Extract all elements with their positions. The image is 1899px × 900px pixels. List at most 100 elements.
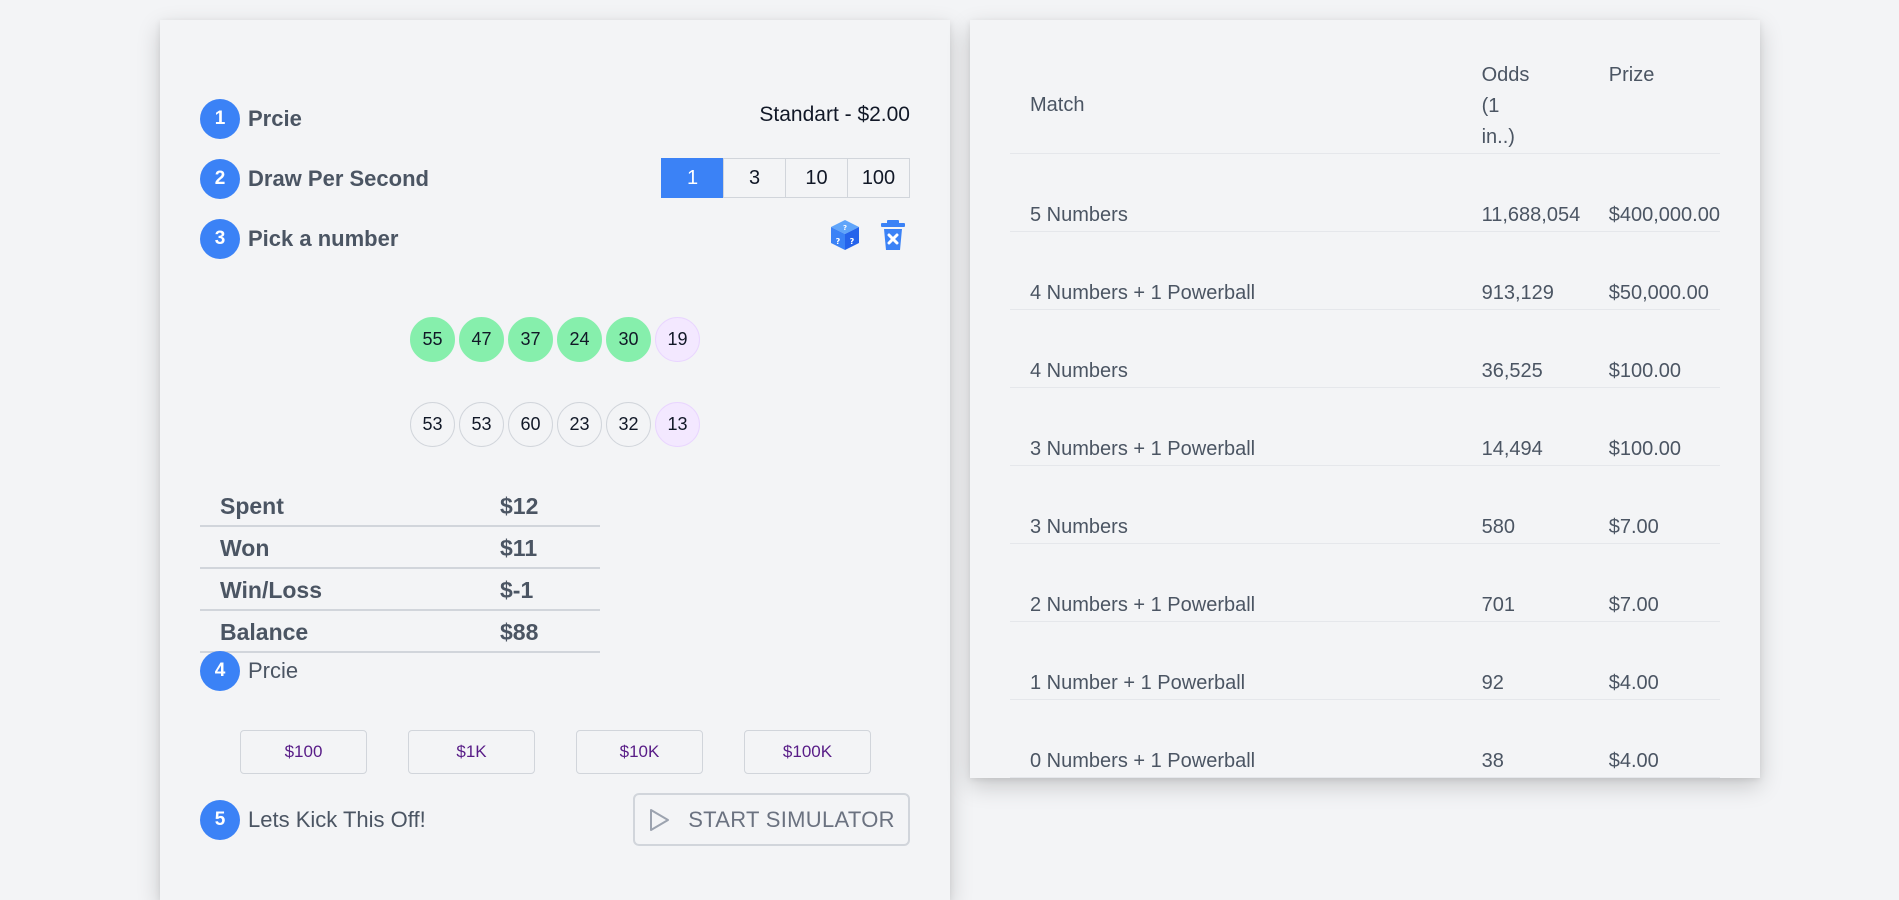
odds-header-line: (1 (1481, 95, 1500, 117)
step-label: Prcie (248, 658, 299, 683)
step-draw-per-second: 2 Draw Per Second (200, 159, 429, 199)
drawn-ball-match: 47 (459, 317, 504, 362)
odds-header-line: Odds (1481, 64, 1530, 86)
start-simulator-label: START SIMULATOR (688, 806, 895, 832)
simulator-panel: 1 Prcie Standart - $2.00 2 Draw Per Seco… (160, 20, 950, 900)
match-cell: 5 Numbers (1030, 204, 1128, 226)
stat-value: $11 (500, 534, 538, 561)
prize-cell: $4.00 (1608, 750, 1659, 772)
prize-table-header: Match Odds (1 in..) Prize (1010, 60, 1720, 154)
stat-label: Balance (220, 618, 309, 645)
prize-cell: $100.00 (1608, 360, 1682, 382)
step-label: Lets Kick This Off! (248, 807, 426, 832)
odds-cell: 701 (1481, 594, 1515, 616)
prize-table: Match Odds (1 in..) Prize 5 Numbers 11,6… (1010, 60, 1720, 778)
drawn-ball-match: 37 (508, 317, 553, 362)
drawn-ball-match: 55 (410, 317, 455, 362)
picked-powerball[interactable]: 13 (655, 402, 700, 447)
dice-icon[interactable]: ? ? ? (828, 218, 862, 252)
drawn-powerball: 19 (655, 317, 700, 362)
stat-label: Won (220, 534, 270, 561)
stat-value: $-1 (500, 576, 534, 603)
svg-text:?: ? (836, 237, 841, 246)
stat-row-win-loss: Win/Loss $-1 (200, 571, 600, 611)
table-row: 2 Numbers + 1 Powerball 701 $7.00 (1010, 544, 1720, 622)
stat-label: Win/Loss (220, 576, 323, 603)
odds-header-line: in..) (1481, 126, 1515, 148)
picked-ball[interactable]: 53 (459, 402, 504, 447)
table-row: 3 Numbers + 1 Powerball 14,494 $100.00 (1010, 388, 1720, 466)
pick-tools: ? ? ? (814, 218, 910, 252)
stat-row-balance: Balance $88 (200, 613, 600, 653)
step-number-badge: 3 (200, 219, 240, 259)
odds-cell: 36,525 (1481, 360, 1543, 382)
budget-1k-button[interactable]: $1K (408, 730, 535, 774)
prize-table-panel: Match Odds (1 in..) Prize 5 Numbers 11,6… (970, 20, 1760, 778)
stat-label: Spent (220, 492, 284, 519)
match-cell: 1 Number + 1 Powerball (1030, 672, 1246, 694)
table-row: 0 Numbers + 1 Powerball 38 $4.00 (1010, 700, 1720, 778)
prize-cell: $400,000.00 (1608, 204, 1720, 226)
table-row: 4 Numbers 36,525 $100.00 (1010, 310, 1720, 388)
ticket-price-value: Standart - $2.00 (759, 103, 910, 126)
draw-speed-option-1[interactable]: 1 (661, 158, 724, 198)
match-cell: 0 Numbers + 1 Powerball (1030, 750, 1256, 772)
step-start: 5 Lets Kick This Off! (200, 800, 426, 840)
draw-speed-selector: 1 3 10 100 (661, 158, 910, 198)
picked-ball[interactable]: 32 (606, 402, 651, 447)
svg-text:?: ? (843, 224, 847, 232)
stat-value: $12 (500, 492, 539, 519)
picked-numbers-row: 53 53 60 23 32 13 (410, 402, 704, 447)
draw-speed-option-100[interactable]: 100 (847, 158, 910, 198)
match-cell: 2 Numbers + 1 Powerball (1030, 594, 1256, 616)
drawn-ball-match: 24 (557, 317, 602, 362)
drawn-ball-match: 30 (606, 317, 651, 362)
prize-cell: $7.00 (1608, 594, 1659, 616)
match-cell: 4 Numbers + 1 Powerball (1030, 282, 1256, 304)
prize-cell: $7.00 (1608, 516, 1659, 538)
budget-100-button[interactable]: $100 (240, 730, 367, 774)
stat-row-won: Won $11 (200, 529, 600, 569)
col-header-match: Match (1030, 94, 1085, 116)
match-cell: 3 Numbers (1030, 516, 1128, 538)
prize-cell: $4.00 (1608, 672, 1659, 694)
odds-cell: 38 (1481, 750, 1504, 772)
step-budget: 4 Prcie (200, 651, 298, 691)
col-header-prize: Prize (1608, 64, 1655, 86)
start-simulator-button[interactable]: START SIMULATOR (633, 793, 910, 846)
budget-10k-button[interactable]: $10K (576, 730, 703, 774)
odds-cell: 14,494 (1481, 438, 1543, 460)
draw-speed-option-3[interactable]: 3 (723, 158, 786, 198)
drawn-numbers-row: 55 47 37 24 30 19 (410, 317, 704, 362)
step-pick-number: 3 Pick a number (200, 219, 398, 259)
table-row: 3 Numbers 580 $7.00 (1010, 466, 1720, 544)
odds-cell: 11,688,054 (1481, 204, 1581, 226)
odds-cell: 580 (1481, 516, 1515, 538)
budget-selector: $100 $1K $10K $100K (240, 730, 912, 774)
match-cell: 4 Numbers (1030, 360, 1128, 382)
stat-row-spent: Spent $12 (200, 487, 600, 527)
draw-speed-option-10[interactable]: 10 (785, 158, 848, 198)
table-row: 1 Number + 1 Powerball 92 $4.00 (1010, 622, 1720, 700)
stats-table: Spent $12 Won $11 Win/Loss $-1 Balance $… (200, 487, 600, 655)
col-header-odds: Odds (1 in..) (1482, 60, 1609, 154)
step-number-badge: 5 (200, 800, 240, 840)
prize-cell: $100.00 (1608, 438, 1682, 460)
step-label: Draw Per Second (248, 166, 429, 191)
picked-ball[interactable]: 53 (410, 402, 455, 447)
stat-value: $88 (500, 618, 539, 645)
svg-text:?: ? (850, 237, 855, 246)
budget-100k-button[interactable]: $100K (744, 730, 871, 774)
picked-ball[interactable]: 23 (557, 402, 602, 447)
step-number-badge: 1 (200, 99, 240, 139)
play-icon (650, 808, 670, 831)
step-label: Prcie (248, 106, 302, 131)
odds-cell: 913,129 (1481, 282, 1554, 304)
picked-ball[interactable]: 60 (508, 402, 553, 447)
step-label: Pick a number (248, 226, 399, 251)
trash-icon[interactable] (876, 218, 910, 252)
odds-cell: 92 (1481, 672, 1504, 694)
table-row: 5 Numbers 11,688,054 $400,000.00 (1010, 154, 1720, 232)
step-number-badge: 2 (200, 159, 240, 199)
table-row: 4 Numbers + 1 Powerball 913,129 $50,000.… (1010, 232, 1720, 310)
